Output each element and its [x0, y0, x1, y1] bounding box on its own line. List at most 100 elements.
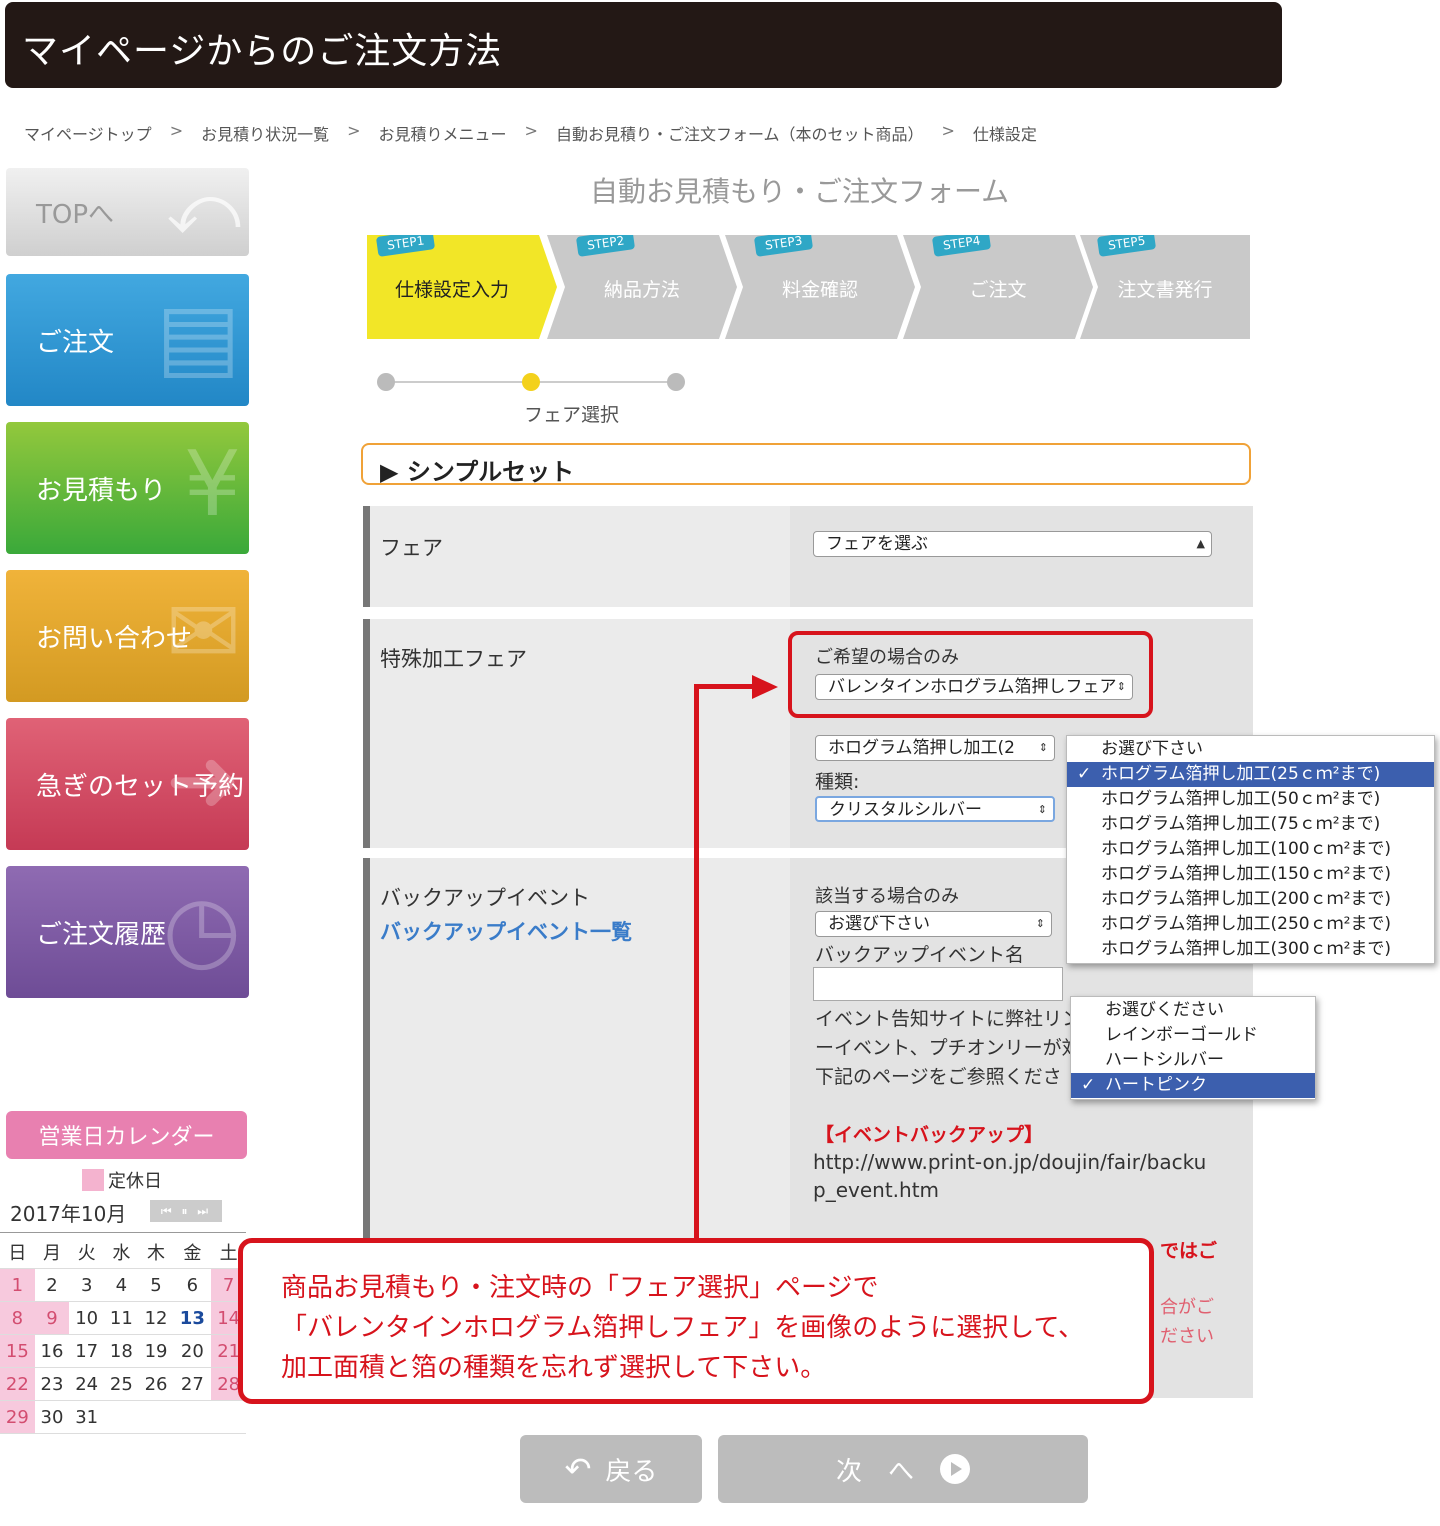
calendar-month: 2017年10月 [10, 1202, 127, 1226]
calendar-day: 15 [0, 1334, 35, 1368]
calendar-legend: 定休日 [82, 1167, 162, 1193]
kind-select[interactable]: クリスタルシルバー ⇕ [815, 796, 1055, 822]
dropdown-option[interactable]: ホログラム箔押し加工(75ｃｍ²まで) [1067, 812, 1434, 837]
calendar-day [173, 1400, 212, 1434]
dropdown-option-selected[interactable]: ホログラム箔押し加工(25ｃｍ²まで) [1067, 762, 1434, 787]
fair-select-value: フェアを選ぶ [826, 534, 928, 554]
step-5: STEP5 注文書発行 [1080, 235, 1250, 339]
arrow-right-icon: ➜ [165, 728, 241, 833]
step-2: STEP2 納品方法 [547, 235, 737, 339]
backup-select-value: お選び下さい [828, 914, 930, 934]
weekday-thu: 木 [138, 1236, 174, 1269]
breadcrumb-item-current: 仕様設定 [972, 125, 1037, 144]
breadcrumb-item-estimate-status[interactable]: お見積り状況一覧 [201, 121, 329, 145]
dropdown-option[interactable]: ホログラム箔押し加工(300ｃｍ²まで) [1067, 937, 1434, 962]
back-button[interactable]: ↶ 戻る [520, 1435, 702, 1503]
divider [0, 1232, 246, 1233]
holiday-swatch [82, 1169, 104, 1191]
event-backup-url[interactable]: http://www.print-on.jp/doujin/fair/backu [813, 1150, 1206, 1174]
backup-note: 該当する場合のみ [815, 886, 959, 907]
dropdown-option[interactable]: レインボーゴールド [1071, 1023, 1315, 1048]
calendar-day: 6 [173, 1268, 212, 1302]
calendar-nav-controls[interactable]: ⏮ ⏸ ⏭ [150, 1200, 222, 1222]
breadcrumb-item-mypage[interactable]: マイページトップ [24, 121, 152, 145]
sidebar-top-button[interactable]: TOPへ ⤺ [6, 168, 249, 256]
select-arrows-icon: ⇕ [1035, 917, 1045, 930]
calendar-day-today: 13 [173, 1301, 212, 1335]
notice-line: 「バレンタインホログラム箔押しフェア」を画像のように選択して、 [281, 1313, 1085, 1343]
dropdown-option[interactable]: ハートシルバー [1071, 1048, 1315, 1073]
special-label: 特殊加工フェア [380, 647, 527, 671]
weekday-fri: 金 [173, 1236, 212, 1269]
select-arrows-icon: ⇕ [1037, 803, 1047, 816]
arrow-right-icon [752, 675, 778, 699]
next-button[interactable]: 次 へ [718, 1435, 1088, 1503]
kind-label: 種類: [815, 771, 860, 793]
form-title: 自動お見積もり・ご注文フォーム [590, 175, 1010, 208]
calendar-day: 24 [69, 1367, 105, 1401]
calendar-day: 25 [104, 1367, 139, 1401]
breadcrumb-separator: > [169, 121, 184, 140]
backup-select[interactable]: お選び下さい ⇕ [815, 911, 1052, 937]
fair-select[interactable]: フェアを選ぶ ▲ [813, 531, 1212, 557]
event-backup-url[interactable]: p_event.htm [813, 1178, 939, 1202]
calendar-day: 22 [0, 1367, 35, 1401]
sidebar-history-button[interactable]: ご注文履歴 ◷ [6, 866, 249, 998]
dropdown-option[interactable]: ホログラム箔押し加工(250ｃｍ²まで) [1067, 912, 1434, 937]
step-tag: STEP4 [931, 235, 992, 257]
substep-dot [377, 373, 395, 391]
sidebar-urgent-button[interactable]: 急ぎのセット予約 ➜ [6, 718, 249, 850]
calendar-day: 26 [138, 1367, 174, 1401]
substep-dot [667, 373, 685, 391]
calendar-day: 1 [0, 1268, 35, 1302]
next-button-label: 次 へ [835, 1456, 914, 1487]
breadcrumb-separator: > [347, 121, 361, 140]
dropdown-option[interactable]: ホログラム箔押し加工(50ｃｍ²まで) [1067, 787, 1434, 812]
callout-arrow-line [694, 684, 754, 689]
sidebar-estimate-button[interactable]: お見積もり ¥ [6, 422, 249, 554]
weekday-wed: 水 [104, 1236, 139, 1269]
dropdown-option[interactable]: ホログラム箔押し加工(200ｃｍ²まで) [1067, 887, 1434, 912]
yen-icon: ¥ [183, 432, 241, 537]
area-dropdown-list: お選び下さい ホログラム箔押し加工(25ｃｍ²まで) ホログラム箔押し加工(50… [1066, 735, 1435, 964]
dropdown-option[interactable]: ホログラム箔押し加工(150ｃｍ²まで) [1067, 862, 1434, 887]
event-backup-heading: 【イベントバックアップ】 [815, 1124, 1044, 1146]
mail-icon: ✉ [165, 580, 241, 685]
notice-line: 商品お見積もり・注文時の「フェア選択」ページで [281, 1273, 879, 1303]
dropdown-option-selected[interactable]: ハートピンク [1071, 1073, 1315, 1098]
play-icon [940, 1454, 970, 1484]
backup-desc: ーイベント、プチオンリーが対 [815, 1037, 1081, 1059]
backup-event-name-input[interactable] [813, 967, 1063, 1001]
step-label: 注文書発行 [1117, 279, 1213, 301]
calendar-day: 2 [34, 1268, 70, 1302]
dropdown-option[interactable]: ホログラム箔押し加工(100ｃｍ²まで) [1067, 837, 1434, 862]
sidebar-order-button[interactable]: ご注文 ▤ [6, 274, 249, 406]
kind-dropdown-list: お選びください レインボーゴールド ハートシルバー ハートピンク [1070, 996, 1316, 1100]
substep-label: フェア選択 [524, 404, 620, 426]
step-label: 仕様設定入力 [394, 279, 509, 301]
calendar-day: 12 [138, 1301, 174, 1335]
backup-label: バックアップイベント [380, 886, 590, 910]
highlight-box [788, 631, 1153, 718]
backup-desc: 下記のページをご参照くださ [815, 1066, 1062, 1088]
dropdown-option[interactable]: お選びください [1071, 998, 1315, 1023]
document-icon: ▤ [155, 284, 241, 389]
calendar-day: 31 [69, 1400, 105, 1434]
calendar-day: 5 [138, 1268, 174, 1302]
warning-text: ださい [1160, 1326, 1214, 1347]
calendar-title: 営業日カレンダー [6, 1111, 247, 1159]
area-select[interactable]: ホログラム箔押し加工(2 ⇕ [815, 735, 1055, 761]
backup-list-link[interactable]: バックアップイベント一覧 [380, 916, 632, 946]
step-label: 納品方法 [603, 279, 680, 301]
calendar-legend-label: 定休日 [108, 1171, 162, 1192]
step-tag: STEP1 [375, 235, 436, 257]
calendar-day: 23 [34, 1367, 70, 1401]
breadcrumb-item-estimate-menu[interactable]: お見積りメニュー [379, 121, 507, 145]
calendar-grid: 日 月 火 水 木 金 土 1 2 3 4 5 6 7 8 9 10 11 12… [0, 1236, 246, 1434]
calendar-day: 29 [0, 1400, 35, 1434]
breadcrumb-item-auto-form[interactable]: 自動お見積り・ご注文フォーム（本のセット商品） [556, 121, 924, 145]
sidebar-contact-button[interactable]: お問い合わせ ✉ [6, 570, 249, 702]
dropdown-option[interactable]: お選び下さい [1067, 737, 1434, 762]
fair-label: フェア [380, 536, 443, 560]
return-arrow-icon: ⤺ [166, 168, 241, 250]
